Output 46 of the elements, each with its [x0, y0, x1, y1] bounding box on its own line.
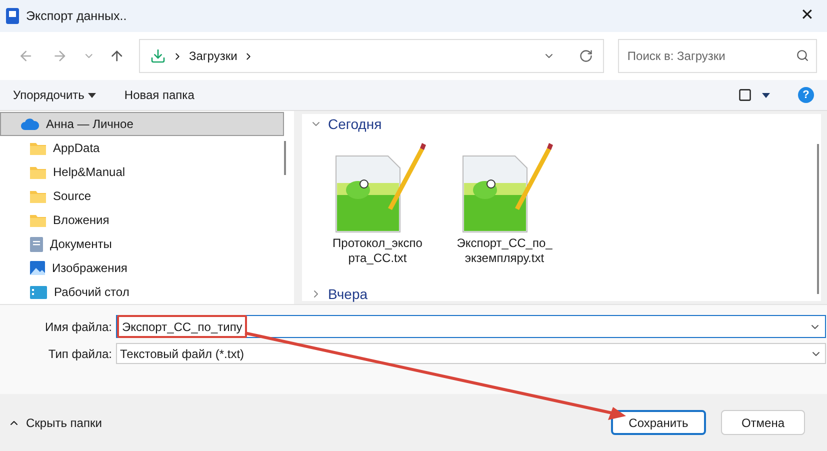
group-header[interactable]: Вчера: [310, 284, 817, 304]
file-item[interactable]: Экспорт_CC_по_ экземпляру.txt: [447, 138, 562, 284]
caret-icon: [88, 92, 96, 98]
sidebar-item[interactable]: AppData: [0, 136, 284, 160]
file-type-label: Тип файла:: [47, 346, 113, 362]
cancel-button[interactable]: Отмена: [721, 410, 805, 435]
file-type-dropdown[interactable]: Текстовый файл (*.txt): [116, 343, 826, 364]
sidebar-item[interactable]: Source: [0, 184, 284, 208]
view-icon[interactable]: [738, 88, 752, 102]
download-icon: [150, 48, 166, 64]
caret-icon[interactable]: [762, 92, 770, 98]
sidebar-item[interactable]: Анна — Личное: [0, 112, 284, 136]
file-item[interactable]: Протокол_экспо рта_CC.txt: [320, 138, 435, 284]
help-button[interactable]: ?: [798, 87, 814, 103]
save-button[interactable]: Сохранить: [611, 410, 706, 435]
scrollbar[interactable]: [817, 144, 819, 294]
address-bar[interactable]: Загрузки: [139, 39, 604, 73]
file-name-label: Имя файла:: [44, 318, 113, 336]
cloud-icon: [21, 118, 39, 130]
sidebar-item[interactable]: Изображения: [0, 256, 284, 280]
folder-icon: [30, 214, 46, 226]
sidebar-item[interactable]: Рабочий стол: [0, 280, 284, 304]
up-icon[interactable]: [109, 48, 125, 64]
folder-icon: [30, 166, 46, 178]
path-segment[interactable]: Загрузки: [189, 47, 238, 65]
window-title: Экспорт данных..: [26, 8, 127, 25]
document-icon: [30, 236, 43, 252]
organize-button[interactable]: Упорядочить: [13, 86, 96, 104]
sidebar-item[interactable]: Вложения: [0, 208, 284, 232]
sidebar-item[interactable]: Help&Manual: [0, 160, 284, 184]
app-logo-icon: [6, 8, 19, 24]
refresh-icon[interactable]: [579, 49, 594, 63]
file-name-value: Экспорт_CC_по_типу: [117, 315, 248, 338]
folder-icon: [30, 142, 46, 154]
sidebar-item[interactable]: Документы: [0, 232, 284, 256]
desktop-icon: [30, 286, 47, 298]
close-button[interactable]: ✕: [787, 0, 827, 32]
folder-icon: [30, 190, 46, 202]
scrollbar[interactable]: [284, 141, 286, 175]
hide-folders-button[interactable]: Скрыть папки: [8, 414, 102, 432]
new-folder-button[interactable]: Новая папка: [124, 86, 194, 104]
file-name-field[interactable]: Экспорт_CC_по_типу: [116, 315, 826, 338]
search-field[interactable]: Поиск в: Загрузки: [618, 39, 817, 73]
image-icon: [30, 261, 45, 275]
search-icon[interactable]: [796, 49, 809, 62]
group-header[interactable]: Сегодня: [310, 114, 817, 134]
